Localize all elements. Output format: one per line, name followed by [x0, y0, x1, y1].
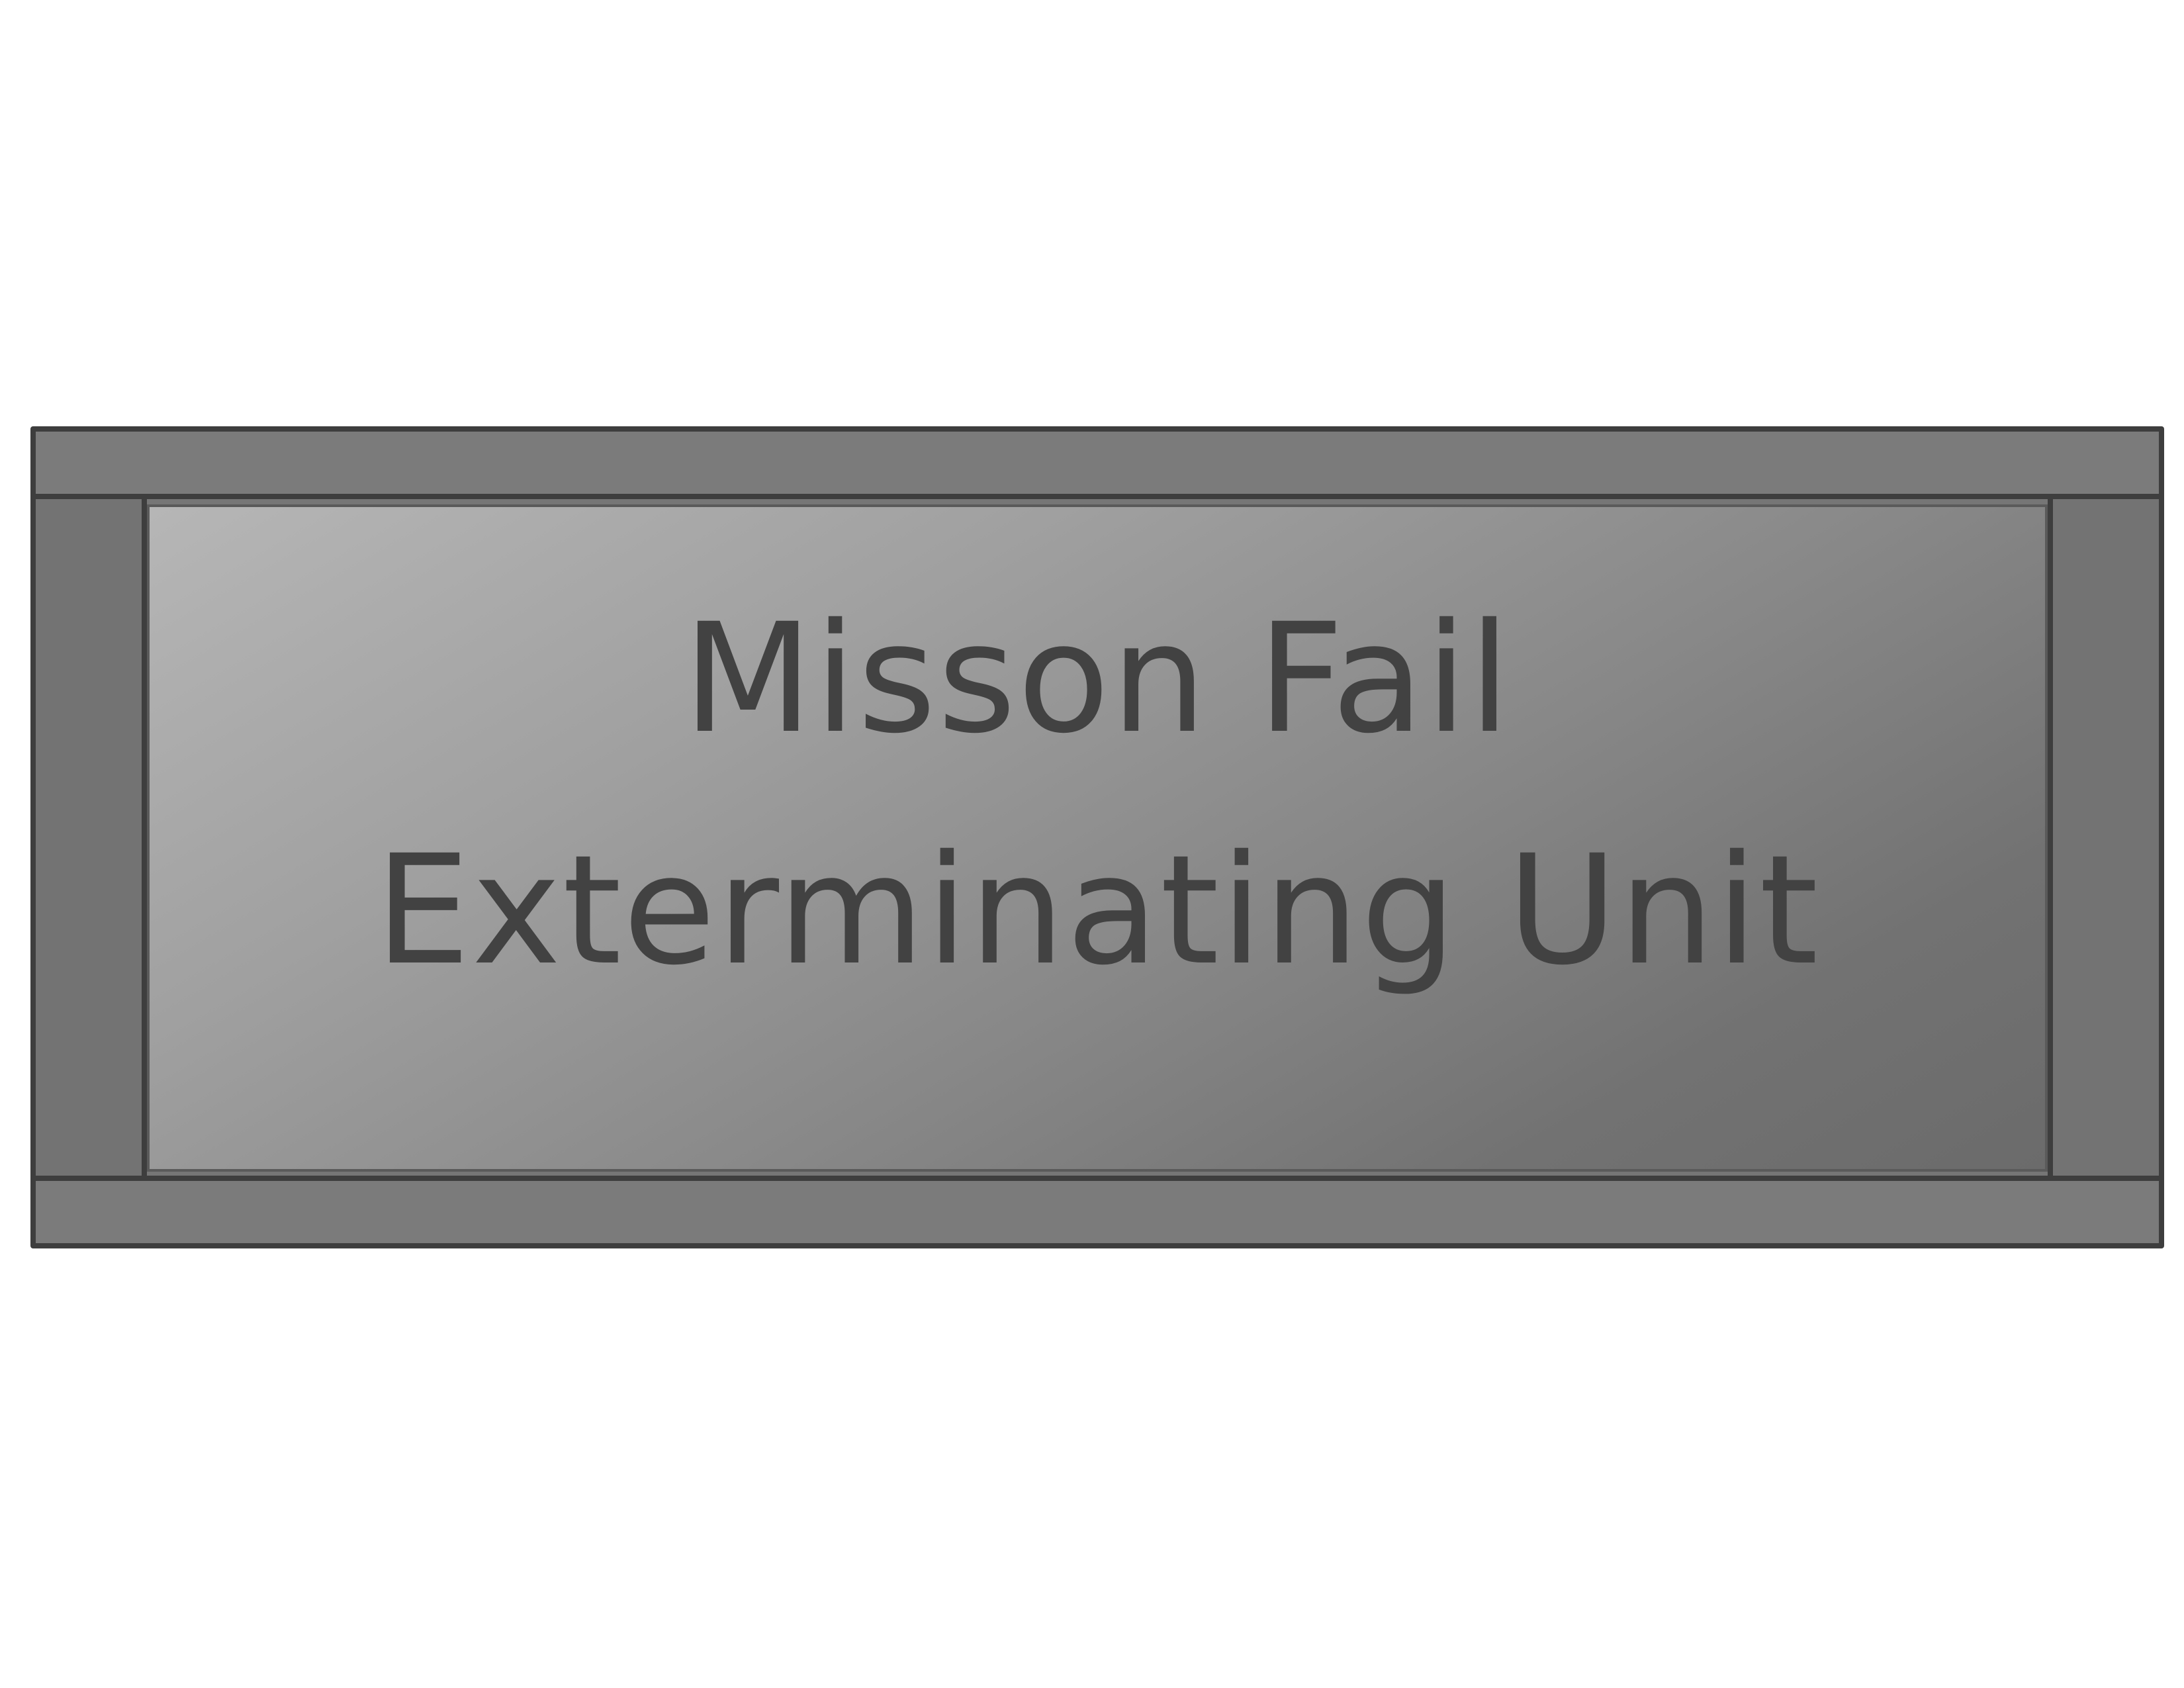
sign-plaque: Misson Fail Exterminating Unit: [30, 426, 2164, 1248]
sign-panel: Misson Fail Exterminating Unit: [147, 504, 2048, 1172]
frame-top-rail: [36, 432, 2159, 499]
sign-title-line-1: Misson Fail: [682, 590, 1512, 767]
frame-bottom-rail: [36, 1176, 2159, 1243]
sign-title-line-2: Exterminating Unit: [375, 822, 1820, 998]
frame-left-post: [36, 499, 147, 1177]
frame-right-post: [2048, 499, 2159, 1177]
